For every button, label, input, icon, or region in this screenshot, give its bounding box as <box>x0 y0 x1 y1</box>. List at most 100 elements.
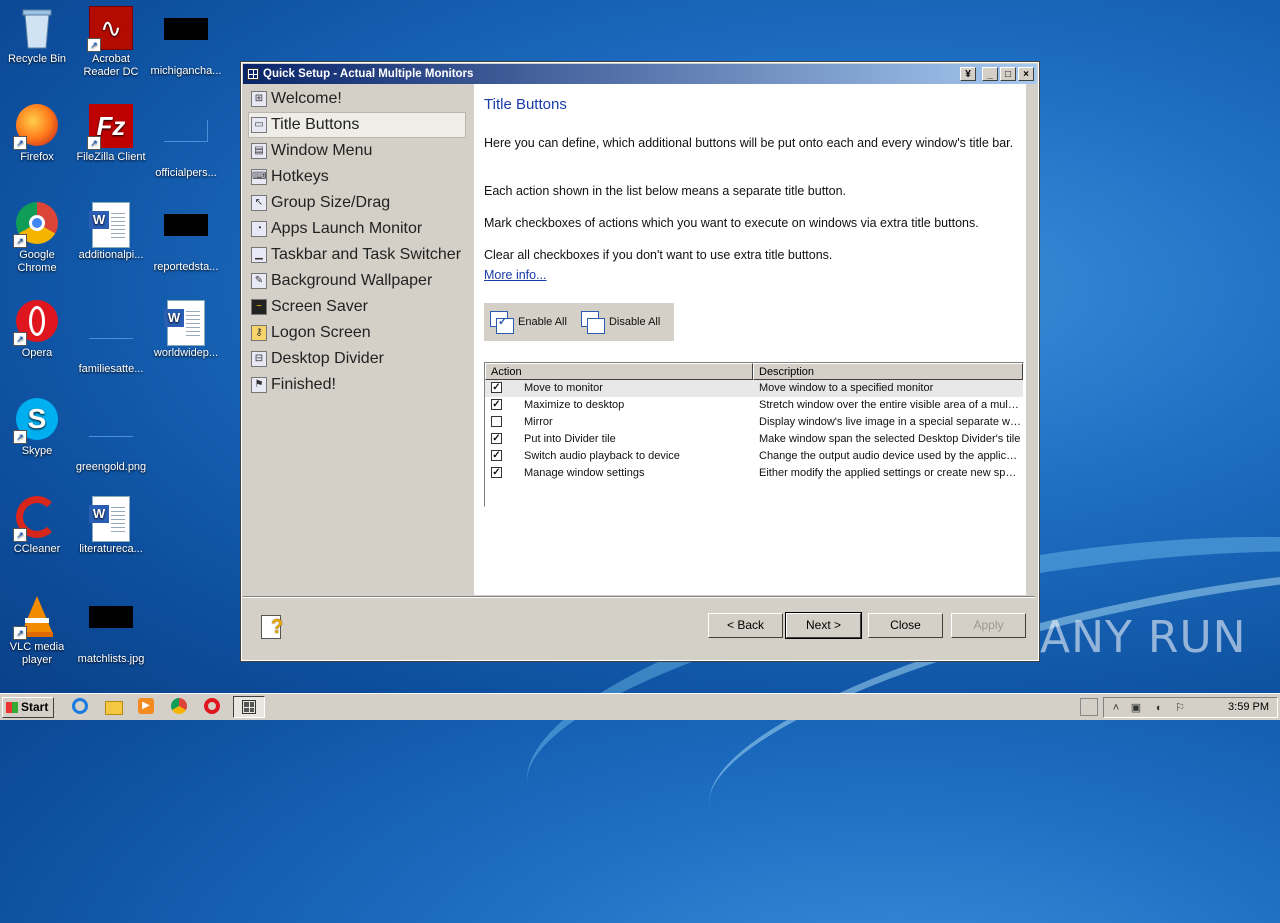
sidebar-item-window-menu[interactable]: ▤ Window Menu <box>243 138 473 164</box>
action-checkbox[interactable]: ✓ <box>491 467 502 478</box>
sidebar-item-logon-screen[interactable]: ⚷ Logon Screen <box>243 320 473 346</box>
quick-setup-window: Quick Setup - Actual Multiple Monitors ¥… <box>240 61 1040 662</box>
desktop-icon-firefox[interactable]: ↗ Firefox <box>0 104 74 164</box>
disable-all-button[interactable]: Disable All <box>580 311 661 334</box>
sidebar-item-label: Title Buttons <box>271 116 360 133</box>
sidebar-item-title-buttons[interactable]: ▭ Title Buttons <box>248 112 466 138</box>
actions-list[interactable]: Action Description ✓ Move to monitor Move … <box>484 362 1024 507</box>
word-doc-icon: W <box>89 202 133 248</box>
sidebar-item-welcome[interactable]: ⊞ Welcome! <box>243 86 473 112</box>
sidebar-item-apps-launch-monitor[interactable]: ◔ Apps Launch Monitor <box>243 216 473 242</box>
desktop-icon-file[interactable]: familiesatte... <box>74 300 148 376</box>
title-bar[interactable]: Quick Setup - Actual Multiple Monitors ¥… <box>243 64 1037 84</box>
help-icon[interactable]: ? <box>261 613 289 639</box>
action-name: Put into Divider tile <box>524 433 616 445</box>
column-header-action[interactable]: Action <box>485 363 753 380</box>
icon-label: VLC media player <box>9 641 65 666</box>
minimize-button[interactable]: _ <box>982 67 998 81</box>
taskbar-item-quick-setup[interactable] <box>233 696 265 718</box>
close-window-button[interactable]: × <box>1018 67 1034 81</box>
action-description: Make window span the selected Desktop Di… <box>759 433 1021 445</box>
desktop-icon-vlc[interactable]: ↗ VLC media player <box>0 594 74 667</box>
action-checkbox[interactable]: ✓ <box>491 399 502 410</box>
close-button[interactable]: Close <box>868 613 943 638</box>
welcome-icon: ⊞ <box>251 91 267 107</box>
action-name: Switch audio playback to device <box>524 450 680 462</box>
sidebar-item-screen-saver[interactable]: ~ Screen Saver <box>243 294 473 320</box>
separator <box>243 596 1035 598</box>
list-item[interactable]: ✓ Manage window settings Either modify the… <box>485 465 1023 482</box>
media-player-icon[interactable]: ▶ <box>138 698 156 716</box>
folder-icon[interactable] <box>105 698 123 716</box>
enable-all-button[interactable]: ✓ Enable All <box>490 311 567 334</box>
icon-label: familiesatte... <box>78 363 144 375</box>
sidebar-item-group-size-drag[interactable]: ↖ Group Size/Drag <box>243 190 473 216</box>
desktop-icon-filezilla[interactable]: Fz ↗ FileZilla Client <box>74 104 148 164</box>
list-item[interactable]: ✓ Put into Divider tile Make window span t… <box>485 431 1023 448</box>
desktop-icon-ccleaner[interactable]: ↗ CCleaner <box>0 496 74 556</box>
desktop-icon-opera[interactable]: ↗ Opera <box>0 300 74 360</box>
next-button[interactable]: Next > <box>785 612 862 639</box>
volume-icon[interactable]: ◖ <box>1152 702 1164 714</box>
action-checkbox[interactable] <box>491 416 502 427</box>
sidebar-item-label: Welcome! <box>271 90 342 107</box>
action-checkbox[interactable]: ✓ <box>491 450 502 461</box>
icon-label: reportedsta... <box>153 261 219 273</box>
blank-file-icon <box>89 316 133 360</box>
desktop-icon-chrome[interactable]: ↗ Google Chrome <box>0 202 74 275</box>
action-center-flag-icon[interactable]: ⚐ <box>1174 702 1186 714</box>
empty-checkbox-stack-icon <box>580 311 605 334</box>
sidebar-item-label: Logon Screen <box>271 324 371 341</box>
start-button[interactable]: Start <box>2 697 54 718</box>
ccleaner-icon: ↗ <box>13 496 59 542</box>
pin-icon[interactable]: ¥ <box>960 67 976 81</box>
desktop-icon-doc[interactable]: W worldwidep... <box>149 300 223 360</box>
more-info-link[interactable]: More info... <box>484 268 547 282</box>
action-checkbox[interactable]: ✓ <box>491 382 502 393</box>
action-name: Mirror <box>524 416 553 428</box>
list-item[interactable]: ✓ Switch audio playback to device Change t… <box>485 448 1023 465</box>
chrome-taskbar-icon[interactable] <box>171 698 189 716</box>
sidebar-item-finished[interactable]: ⚑ Finished! <box>243 372 473 398</box>
opera-taskbar-icon[interactable] <box>204 698 222 716</box>
network-icon[interactable]: ▣ <box>1130 702 1142 714</box>
thumbnail-icon <box>89 606 133 650</box>
ie-icon[interactable] <box>72 698 90 716</box>
desktop-icon-doc[interactable]: W literatureca... <box>74 496 148 556</box>
icon-label: Recycle Bin <box>7 53 67 65</box>
desktop-icon-acrobat[interactable]: ∿ ↗ Acrobat Reader DC <box>74 6 148 79</box>
tray-expand-icon[interactable]: ˄ <box>1110 702 1122 714</box>
sidebar-item-hotkeys[interactable]: ⌨ Hotkeys <box>243 164 473 190</box>
action-checkbox[interactable]: ✓ <box>491 433 502 444</box>
sidebar-item-taskbar[interactable]: ▁ Taskbar and Task Switcher <box>243 242 473 268</box>
description-text: Mark checkboxes of actions which you wan… <box>484 216 979 230</box>
desktop-icon-file[interactable]: reportedsta... <box>149 202 223 274</box>
list-item[interactable]: Mirror Display window's live image in a s… <box>485 414 1023 431</box>
sidebar-item-background-wallpaper[interactable]: ✎ Background Wallpaper <box>243 268 473 294</box>
list-item[interactable]: ✓ Maximize to desktop Stretch window over … <box>485 397 1023 414</box>
thumbnail-icon <box>164 214 208 258</box>
opera-icon: ↗ <box>13 300 59 346</box>
column-header-description[interactable]: Description <box>753 363 1023 380</box>
sidebar-item-desktop-divider[interactable]: ⊟ Desktop Divider <box>243 346 473 372</box>
maximize-button[interactable]: □ <box>1000 67 1016 81</box>
icon-label: matchlists.jpg <box>77 653 145 665</box>
desktop-icon-image[interactable]: greengold.png <box>74 398 148 474</box>
desktop-icon-recycle-bin[interactable]: Recycle Bin <box>0 6 74 66</box>
icon-label: Opera <box>21 347 53 359</box>
action-description: Change the output audio device used by t… <box>759 450 1021 462</box>
show-desktop-icon[interactable] <box>1080 698 1098 716</box>
desktop-icon-image[interactable]: matchlists.jpg <box>74 594 148 666</box>
desktop-icon-skype[interactable]: S ↗ Skype <box>0 398 74 458</box>
apply-button[interactable]: Apply <box>951 613 1026 638</box>
desktop-icon-file[interactable]: michigancha... <box>149 6 223 78</box>
desktop-icon-file[interactable]: officialpers... <box>149 104 223 180</box>
desktop-icon-doc[interactable]: W additionalpi... <box>74 202 148 262</box>
disable-all-label: Disable All <box>608 316 661 328</box>
clock[interactable]: 3:59 PM <box>1228 701 1269 713</box>
back-button[interactable]: < Back <box>708 613 783 638</box>
sidebar-item-label: Screen Saver <box>271 298 368 315</box>
sidebar-item-label: Taskbar and Task Switcher <box>271 246 462 263</box>
list-item[interactable]: ✓ Move to monitor Move window to a specifi… <box>485 380 1023 397</box>
action-description: Display window's live image in a special… <box>759 416 1021 428</box>
